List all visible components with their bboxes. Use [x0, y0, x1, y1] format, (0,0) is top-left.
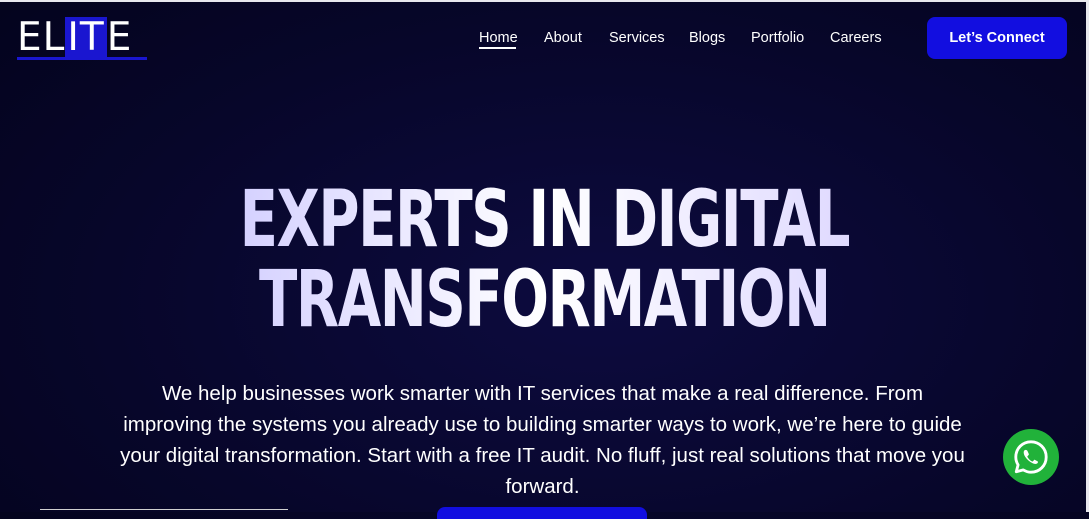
whatsapp-icon [1014, 440, 1048, 474]
hero-title: EXPERTS IN DIGITAL TRANSFORMATION [152, 180, 936, 340]
primary-action-button-partial[interactable] [437, 507, 647, 519]
nav-services[interactable]: Services [609, 29, 665, 47]
nav-about[interactable]: About [544, 29, 582, 47]
whatsapp-button[interactable] [1003, 429, 1059, 485]
logo-underline [17, 57, 147, 60]
nav-active-indicator [479, 47, 516, 49]
window-frame-top [0, 0, 1089, 2]
hero-title-line-2: TRANSFORMATION [259, 255, 830, 345]
nav-portfolio[interactable]: Portfolio [751, 29, 804, 47]
hero-description: We help businesses work smarter with IT … [120, 382, 965, 498]
lets-connect-button[interactable]: Let’s Connect [927, 17, 1067, 59]
nav-careers[interactable]: Careers [830, 29, 882, 47]
main-nav: Home About Services Blogs Portfolio Care… [0, 29, 1089, 49]
hero-title-line-1: EXPERTS IN DIGITAL [239, 175, 850, 265]
nav-blogs[interactable]: Blogs [689, 29, 725, 47]
section-divider [40, 509, 288, 510]
nav-home[interactable]: Home [479, 29, 518, 47]
